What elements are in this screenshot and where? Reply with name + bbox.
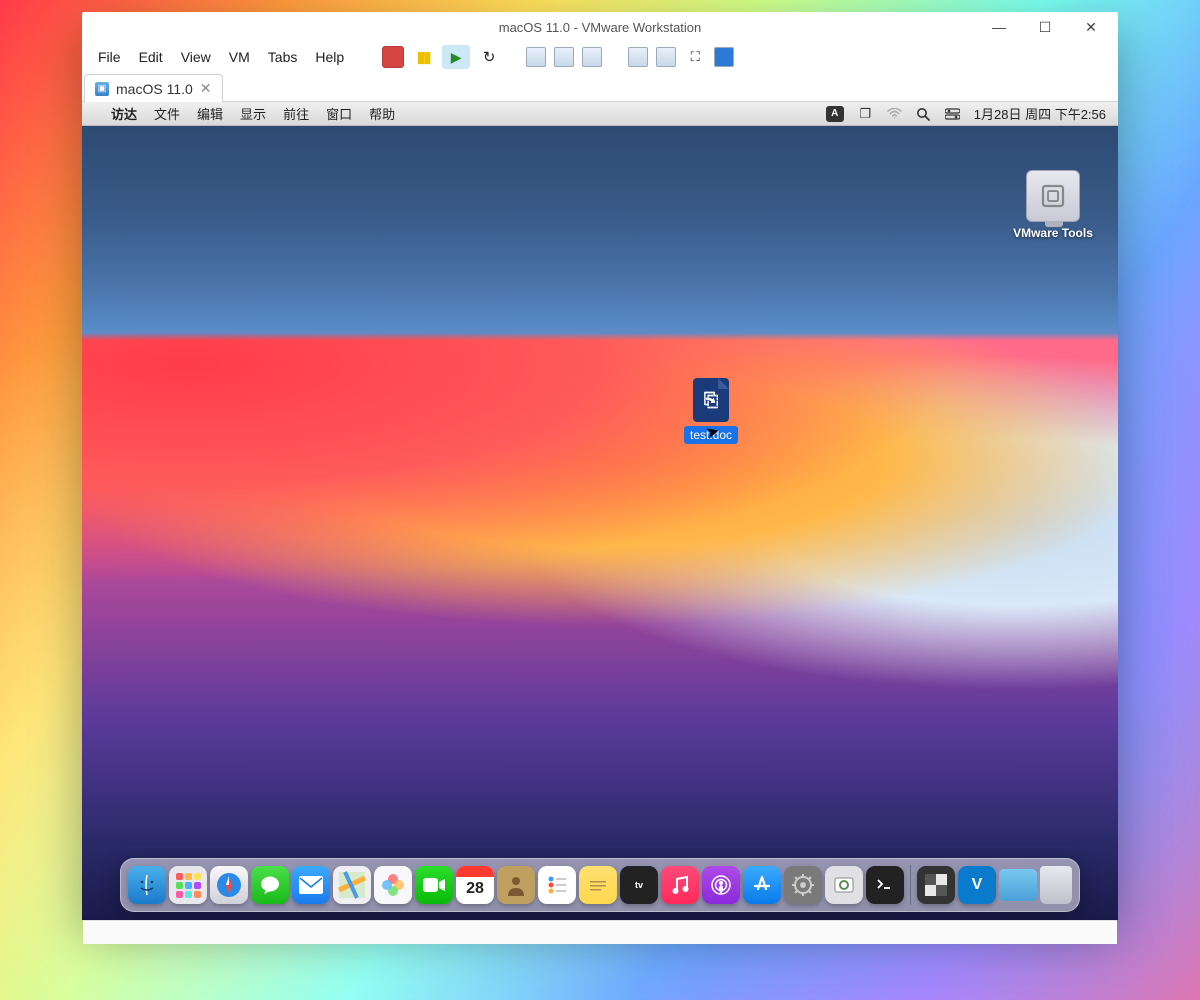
trash-icon[interactable] [1040, 866, 1072, 904]
appstore-app-icon[interactable] [743, 866, 781, 904]
reminders-app-icon[interactable] [538, 866, 576, 904]
control-center-icon[interactable] [945, 106, 960, 121]
test-doc-file[interactable]: ⎘ test.doc [684, 378, 738, 444]
datetime[interactable]: 1月28日 周四 下午2:56 [974, 104, 1106, 123]
menu-help[interactable]: Help [307, 45, 352, 69]
vscode-app-icon[interactable]: V [958, 866, 996, 904]
menu-help-mac[interactable]: 帮助 [369, 104, 395, 123]
photos-app-icon[interactable] [374, 866, 412, 904]
system-preferences-app-icon[interactable] [784, 866, 822, 904]
calendar-app-icon[interactable]: 28 [456, 866, 494, 904]
vscode-label: V [972, 876, 983, 894]
desktop-wallpaper[interactable]: VMware Tools ⎘ test.doc ➤ 28 tv [82, 126, 1118, 920]
launchpad-app-icon[interactable] [169, 866, 207, 904]
tab-close-icon[interactable]: ✕ [200, 80, 212, 97]
calendar-day: 28 [466, 880, 484, 898]
menu-edit[interactable]: Edit [131, 45, 171, 69]
vm-tab-label: macOS 11.0 [116, 81, 193, 97]
snapshot-revert-icon[interactable] [554, 47, 574, 67]
snapshot-icon[interactable] [526, 47, 546, 67]
terminal-app-icon[interactable] [866, 866, 904, 904]
snapshot-manager-icon[interactable] [582, 47, 602, 67]
spotlight-icon[interactable] [916, 106, 931, 121]
vm-tabbar: ▣ macOS 11.0 ✕ [82, 72, 1118, 102]
messages-app-icon[interactable] [251, 866, 289, 904]
host-taskbar-fragment [83, 920, 1117, 944]
wifi-icon[interactable] [887, 106, 902, 121]
console-icon[interactable] [656, 47, 676, 67]
menu-file-mac[interactable]: 文件 [154, 104, 180, 123]
pause-icon[interactable]: ▮▮ [412, 46, 434, 68]
vm-tab[interactable]: ▣ macOS 11.0 ✕ [84, 74, 223, 102]
screen-mirror-icon[interactable]: ❐ [858, 106, 873, 121]
chess-app-icon[interactable] [917, 866, 955, 904]
menu-edit-mac[interactable]: 编辑 [197, 104, 223, 123]
tv-app-icon[interactable]: tv [620, 866, 658, 904]
safari-app-icon[interactable] [210, 866, 248, 904]
menu-view-mac[interactable]: 显示 [240, 104, 266, 123]
dock-separator [910, 865, 911, 905]
word-doc-icon: ⎘ [693, 378, 729, 422]
guest-screen[interactable]: 访达 文件 编辑 显示 前往 窗口 帮助 A ❐ 1月 [82, 102, 1118, 920]
disk-utility-app-icon[interactable] [825, 866, 863, 904]
minimize-button[interactable]: — [976, 12, 1022, 42]
contacts-app-icon[interactable] [497, 866, 535, 904]
input-source-icon[interactable]: A [826, 106, 844, 122]
unity-icon[interactable] [714, 47, 734, 67]
thumbnail-icon[interactable] [628, 47, 648, 67]
dock: 28 tv V [120, 858, 1080, 912]
fullscreen-icon[interactable]: ⛶ [684, 46, 706, 68]
facetime-app-icon[interactable] [415, 866, 453, 904]
downloads-folder-icon[interactable] [999, 869, 1037, 901]
power-off-icon[interactable] [382, 46, 404, 68]
vmware-tools-label: VMware Tools [1013, 226, 1093, 240]
window-title: macOS 11.0 - VMware Workstation [499, 20, 702, 35]
test-doc-label: test.doc [684, 426, 738, 444]
play-icon[interactable]: ▶ [442, 45, 470, 69]
vmware-window: macOS 11.0 - VMware Workstation — ☐ ✕ Fi… [82, 12, 1118, 920]
macos-menubar: 访达 文件 编辑 显示 前往 窗口 帮助 A ❐ 1月 [82, 102, 1118, 126]
menu-window-mac[interactable]: 窗口 [326, 104, 352, 123]
music-app-icon[interactable] [661, 866, 699, 904]
podcasts-app-icon[interactable] [702, 866, 740, 904]
disk-icon [1026, 170, 1080, 222]
menu-go-mac[interactable]: 前往 [283, 104, 309, 123]
notes-app-icon[interactable] [579, 866, 617, 904]
menu-file[interactable]: File [90, 45, 129, 69]
title-bar[interactable]: macOS 11.0 - VMware Workstation — ☐ ✕ [82, 12, 1118, 42]
vmware-toolbar: ▮▮ ▶ ↻ ⛶ [366, 45, 734, 69]
finder-app-icon[interactable] [128, 866, 166, 904]
menu-view[interactable]: View [173, 45, 219, 69]
close-button[interactable]: ✕ [1068, 12, 1114, 42]
maps-app-icon[interactable] [333, 866, 371, 904]
restart-icon[interactable]: ↻ [478, 46, 500, 68]
vmware-menubar: File Edit View VM Tabs Help ▮▮ ▶ ↻ ⛶ [82, 42, 1118, 72]
mail-app-icon[interactable] [292, 866, 330, 904]
menu-tabs[interactable]: Tabs [260, 45, 306, 69]
vmware-tools-disk[interactable]: VMware Tools [1008, 170, 1098, 240]
menu-vm[interactable]: VM [221, 45, 258, 69]
tv-label: tv [635, 880, 643, 890]
maximize-button[interactable]: ☐ [1022, 12, 1068, 42]
vm-tab-icon: ▣ [95, 82, 109, 96]
finder-menu[interactable]: 访达 [111, 104, 137, 123]
